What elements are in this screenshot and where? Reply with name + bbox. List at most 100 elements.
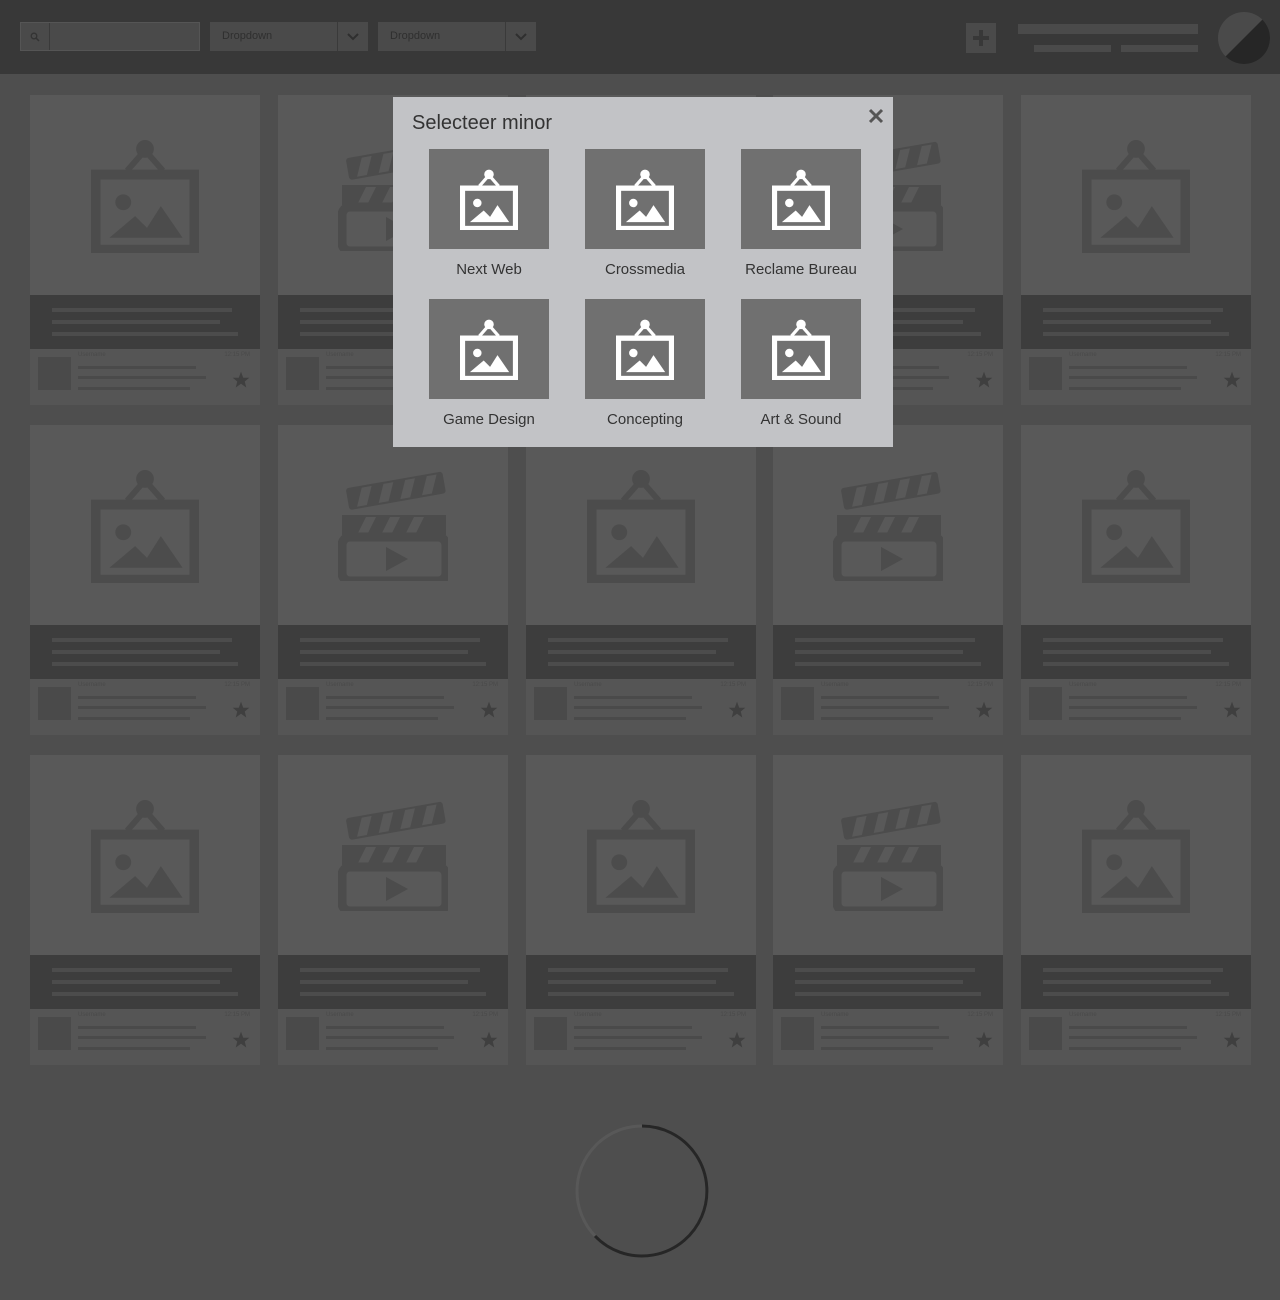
timestamp: 12:15 PM — [720, 682, 746, 688]
media-card[interactable]: Username 12:15 PM — [30, 95, 260, 405]
media-card[interactable]: Username 12:15 PM — [1021, 425, 1251, 735]
video-icon — [773, 755, 1003, 955]
media-card[interactable]: Username 12:15 PM — [30, 755, 260, 1065]
dropdown-label: Dropdown — [222, 30, 273, 42]
image-icon — [526, 425, 756, 625]
card-footer: Username 12:15 PM — [278, 1009, 508, 1065]
plus-icon — [973, 30, 989, 46]
minor-option-label: Next Web — [456, 261, 522, 278]
username: Username — [1069, 1012, 1097, 1018]
dropdown-label: Dropdown — [390, 30, 441, 42]
video-icon — [278, 755, 508, 955]
star-icon[interactable] — [1223, 1031, 1241, 1049]
star-icon[interactable] — [728, 1031, 746, 1049]
minor-option[interactable]: Art & Sound — [741, 299, 861, 428]
star-icon[interactable] — [1223, 371, 1241, 389]
image-icon — [1021, 95, 1251, 295]
star-icon[interactable] — [232, 701, 250, 719]
image-icon — [1021, 425, 1251, 625]
search-icon — [21, 23, 50, 50]
star-icon[interactable] — [975, 371, 993, 389]
chevron-down-icon — [505, 22, 536, 51]
card-footer: Username 12:15 PM — [30, 349, 260, 405]
chevron-down-icon — [337, 22, 368, 51]
minor-option[interactable]: Crossmedia — [585, 149, 705, 278]
dropdown-1[interactable]: Dropdown — [210, 22, 368, 51]
media-card[interactable]: Username 12:15 PM — [278, 425, 508, 735]
card-description — [1021, 625, 1251, 679]
star-icon[interactable] — [975, 1031, 993, 1049]
username: Username — [326, 352, 354, 358]
card-footer: Username 12:15 PM — [773, 679, 1003, 735]
media-card[interactable]: Username 12:15 PM — [773, 755, 1003, 1065]
timestamp: 12:15 PM — [224, 1012, 250, 1018]
minor-option[interactable]: Reclame Bureau — [741, 149, 861, 278]
timestamp: 12:15 PM — [1215, 352, 1241, 358]
minor-option[interactable]: Concepting — [585, 299, 705, 428]
media-card[interactable]: Username 12:15 PM — [1021, 755, 1251, 1065]
timestamp: 12:15 PM — [1215, 682, 1241, 688]
image-icon[interactable] — [429, 149, 549, 249]
minor-option[interactable]: Next Web — [429, 149, 549, 278]
username: Username — [1069, 682, 1097, 688]
card-footer: Username 12:15 PM — [30, 679, 260, 735]
minor-option-label: Crossmedia — [604, 261, 686, 278]
card-description — [278, 625, 508, 679]
image-icon[interactable] — [585, 299, 705, 399]
media-card[interactable]: Username 12:15 PM — [526, 755, 756, 1065]
user-thumbnail — [534, 1017, 567, 1050]
media-card[interactable]: Username 12:15 PM — [773, 425, 1003, 735]
star-icon[interactable] — [728, 701, 746, 719]
media-card[interactable]: Username 12:15 PM — [1021, 95, 1251, 405]
media-card[interactable]: Username 12:15 PM — [526, 425, 756, 735]
card-description — [30, 955, 260, 1009]
media-card[interactable]: Username 12:15 PM — [278, 755, 508, 1065]
minor-option-label: Concepting — [607, 411, 683, 428]
close-icon[interactable] — [867, 107, 885, 125]
username: Username — [78, 1012, 106, 1018]
avatar[interactable] — [1218, 12, 1270, 64]
star-icon[interactable] — [975, 701, 993, 719]
add-button[interactable] — [966, 23, 996, 53]
user-thumbnail — [38, 1017, 71, 1050]
top-bar: Dropdown Dropdown — [0, 0, 1280, 74]
username: Username — [574, 1012, 602, 1018]
image-icon[interactable] — [741, 299, 861, 399]
card-description — [1021, 295, 1251, 349]
star-icon[interactable] — [1223, 701, 1241, 719]
username: Username — [78, 352, 106, 358]
search-input[interactable] — [20, 22, 200, 51]
image-icon — [30, 95, 260, 295]
timestamp: 12:15 PM — [967, 682, 993, 688]
timestamp: 12:15 PM — [1215, 1012, 1241, 1018]
card-description — [30, 625, 260, 679]
user-name-placeholder — [1018, 24, 1198, 34]
star-icon[interactable] — [480, 701, 498, 719]
username: Username — [574, 682, 602, 688]
image-icon[interactable] — [585, 149, 705, 249]
card-footer: Username 12:15 PM — [773, 1009, 1003, 1065]
card-description — [773, 625, 1003, 679]
minor-select-modal: Selecteer minor Next Web Crossmedia Recl… — [393, 97, 893, 447]
timestamp: 12:15 PM — [720, 1012, 746, 1018]
timestamp: 12:15 PM — [967, 352, 993, 358]
card-footer: Username 12:15 PM — [278, 679, 508, 735]
star-icon[interactable] — [480, 1031, 498, 1049]
timestamp: 12:15 PM — [224, 682, 250, 688]
media-card[interactable]: Username 12:15 PM — [30, 425, 260, 735]
star-icon[interactable] — [232, 1031, 250, 1049]
username: Username — [821, 682, 849, 688]
image-icon[interactable] — [741, 149, 861, 249]
image-icon[interactable] — [429, 299, 549, 399]
minor-option-label: Reclame Bureau — [745, 261, 857, 278]
star-icon[interactable] — [232, 371, 250, 389]
minor-option[interactable]: Game Design — [429, 299, 549, 428]
username: Username — [821, 1012, 849, 1018]
user-thumbnail — [38, 357, 71, 390]
loading-spinner — [575, 1124, 709, 1258]
dropdown-2[interactable]: Dropdown — [378, 22, 536, 51]
card-description — [526, 625, 756, 679]
card-footer: Username 12:15 PM — [1021, 349, 1251, 405]
username: Username — [78, 682, 106, 688]
user-thumbnail — [286, 357, 319, 390]
